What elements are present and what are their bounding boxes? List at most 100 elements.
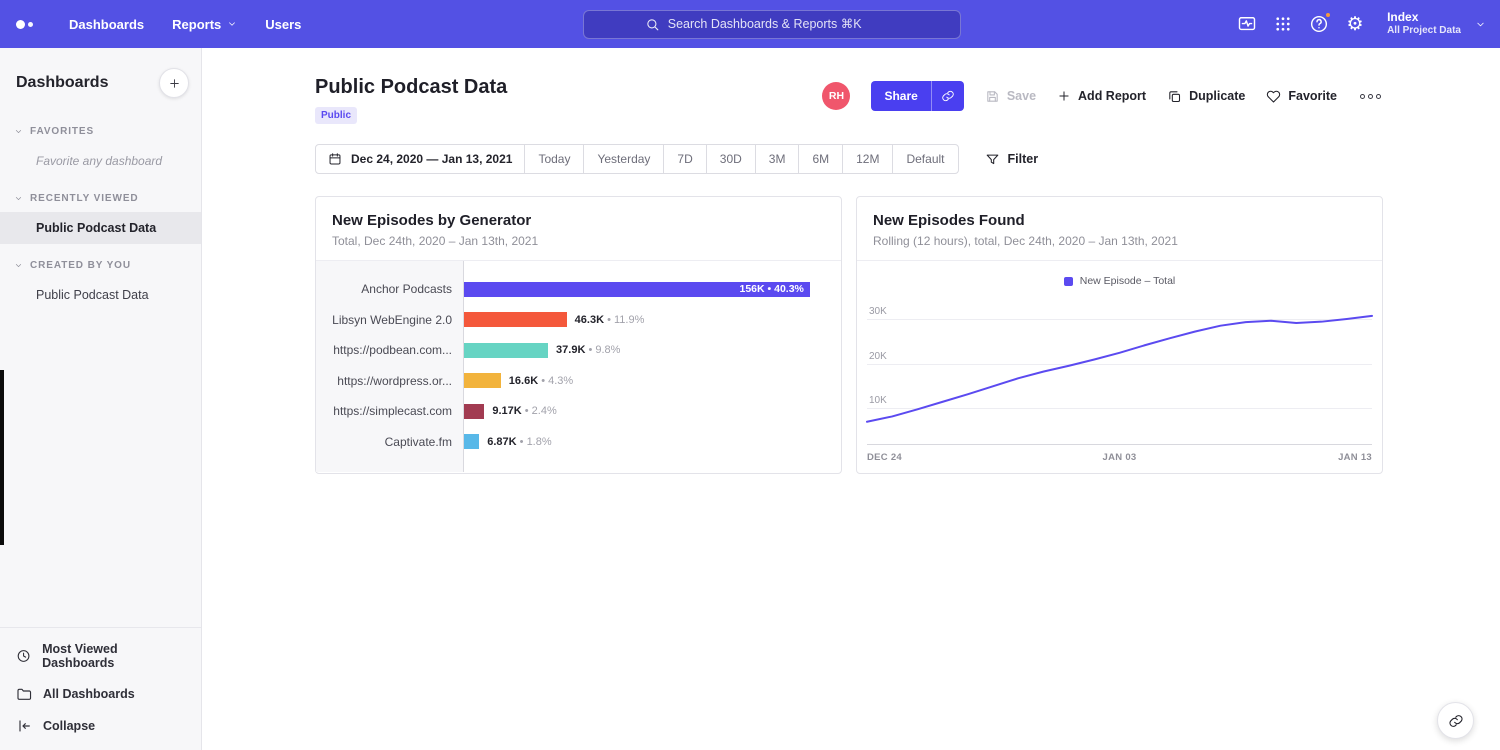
global-search[interactable] [583,10,961,39]
collapse-sidebar-button[interactable]: Collapse [0,710,201,742]
bar-value-label: 156K • 40.3% [739,283,809,295]
x-axis-tick-label: JAN 13 [1204,452,1372,463]
duplicate-label: Duplicate [1189,89,1245,103]
bar-value-label: 6.87K • 1.8% [487,436,551,448]
date-preset-6m[interactable]: 6M [799,145,843,173]
date-preset-7d[interactable]: 7D [664,145,706,173]
duplicate-button[interactable]: Duplicate [1167,89,1245,104]
clock-icon [16,648,31,664]
help-icon[interactable] [1301,6,1337,42]
share-button[interactable]: Share [871,81,930,111]
date-preset-yesterday[interactable]: Yesterday [584,145,664,173]
line-plot-area: 10K20K30K [867,295,1372,445]
logo-dot [16,20,25,29]
bar-segment[interactable] [464,404,484,419]
nav-reports[interactable]: Reports [158,0,251,48]
bar-value-label: 37.9K • 9.8% [556,344,620,356]
filter-button[interactable]: Filter [985,152,1039,167]
bar-zone: 46.3K • 11.9% [464,312,821,327]
favorite-label: Favorite [1288,89,1337,103]
public-badge: Public [315,107,357,124]
date-presets: TodayYesterday7D30D3M6M12MDefault [525,145,957,173]
copy-link-floating-button[interactable] [1437,702,1474,739]
line-series-new-episode-total[interactable] [867,316,1372,422]
card-subtitle: Total, Dec 24th, 2020 – Jan 13th, 2021 [332,234,825,248]
chevron-down-icon [14,194,23,203]
save-button[interactable]: Save [985,89,1036,104]
app-logo[interactable] [16,20,33,29]
date-range-value: Dec 24, 2020 — Jan 13, 2021 [351,152,512,166]
sidebar-section-created-by-you[interactable]: CREATED BY YOU [0,252,201,279]
footer-label: Most Viewed Dashboards [42,642,185,670]
bar-row: Libsyn WebEngine 2.046.3K • 11.9% [316,305,821,336]
card-title[interactable]: New Episodes Found [873,212,1366,229]
chart-legend[interactable]: New Episode – Total [867,271,1372,291]
save-label: Save [1007,89,1036,103]
chevron-down-icon [227,19,237,29]
page-title: Public Podcast Data [315,76,507,99]
project-switcher[interactable]: Index All Project Data [1387,10,1486,38]
sidebar-item-public-podcast-data[interactable]: Public Podcast Data [0,279,201,311]
section-label: RECENTLY VIEWED [30,193,139,204]
bar-zone: 37.9K • 9.8% [464,343,821,358]
dot-icon [1360,94,1365,99]
favorite-button[interactable]: Favorite [1266,89,1337,104]
new-dashboard-button[interactable] [159,68,189,98]
bar-zone: 16.6K • 4.3% [464,373,821,388]
chevron-down-icon [1475,19,1486,30]
date-preset-12m[interactable]: 12M [843,145,893,173]
line-chart: New Episode – Total 10K20K30K DEC 24JAN … [857,261,1382,473]
settings-gear-icon[interactable]: ⚙ [1337,6,1373,42]
bar-chart: Anchor Podcasts 156K • 40.3% Libsyn WebEng… [316,261,841,472]
sidebar: Dashboards FAVORITES Favorite any dashbo… [0,48,202,750]
bar-segment[interactable] [464,434,479,449]
plus-icon [1057,89,1071,103]
all-dashboards-button[interactable]: All Dashboards [0,678,201,710]
share-link-button[interactable] [931,81,964,111]
chevron-down-icon [14,127,23,136]
sidebar-item-public-podcast-data[interactable]: Public Podcast Data [0,212,201,244]
top-nav: Dashboards Reports Users ⚙ Index All Pro… [0,0,1500,48]
bar-segment[interactable] [464,343,548,358]
bar-row: Anchor Podcasts 156K • 40.3% [316,274,821,305]
link-icon [1448,713,1464,729]
bar-category-label: Anchor Podcasts [316,282,464,296]
x-axis-labels: DEC 24JAN 03JAN 13 [867,445,1372,463]
folder-icon [16,686,32,702]
section-label: CREATED BY YOU [30,260,131,271]
card-title[interactable]: New Episodes by Generator [332,212,825,229]
bar-zone: 9.17K • 2.4% [464,404,821,419]
sidebar-title: Dashboards [16,74,108,92]
bar-segment[interactable] [464,373,501,388]
calendar-icon [328,152,342,166]
most-viewed-dashboards-button[interactable]: Most Viewed Dashboards [0,634,201,678]
avatar[interactable]: RH [822,82,850,110]
sidebar-section-recently-viewed[interactable]: RECENTLY VIEWED [0,185,201,212]
apps-grid-icon[interactable] [1265,6,1301,42]
date-range-group: Dec 24, 2020 — Jan 13, 2021 TodayYesterd… [315,144,959,174]
bar-segment[interactable]: 156K • 40.3% [464,282,810,297]
bar-value-label: 46.3K • 11.9% [575,314,645,326]
nav-dashboards[interactable]: Dashboards [55,0,158,48]
chevron-down-icon [14,261,23,270]
nav-label: Users [265,17,301,32]
data-monitor-icon[interactable] [1229,6,1265,42]
date-preset-30d[interactable]: 30D [707,145,756,173]
bar-row: https://wordpress.or...16.6K • 4.3% [316,366,821,397]
more-options-button[interactable] [1358,90,1383,103]
date-preset-today[interactable]: Today [525,145,584,173]
search-input[interactable] [668,17,900,31]
main-content: Public Podcast Data Public RH Share Save… [202,48,1500,750]
project-scope: All Project Data [1387,25,1461,38]
nav-users[interactable]: Users [251,0,315,48]
date-range-picker[interactable]: Dec 24, 2020 — Jan 13, 2021 [316,145,525,173]
add-report-button[interactable]: Add Report [1057,89,1146,103]
date-preset-default[interactable]: Default [893,145,957,173]
nav-label: Reports [172,17,221,32]
sidebar-section-favorites[interactable]: FAVORITES [0,118,201,145]
bar-segment[interactable] [464,312,567,327]
date-preset-3m[interactable]: 3M [756,145,800,173]
save-icon [985,89,1000,104]
bar-value-label: 9.17K • 2.4% [492,405,556,417]
filter-funnel-icon [985,152,1000,167]
